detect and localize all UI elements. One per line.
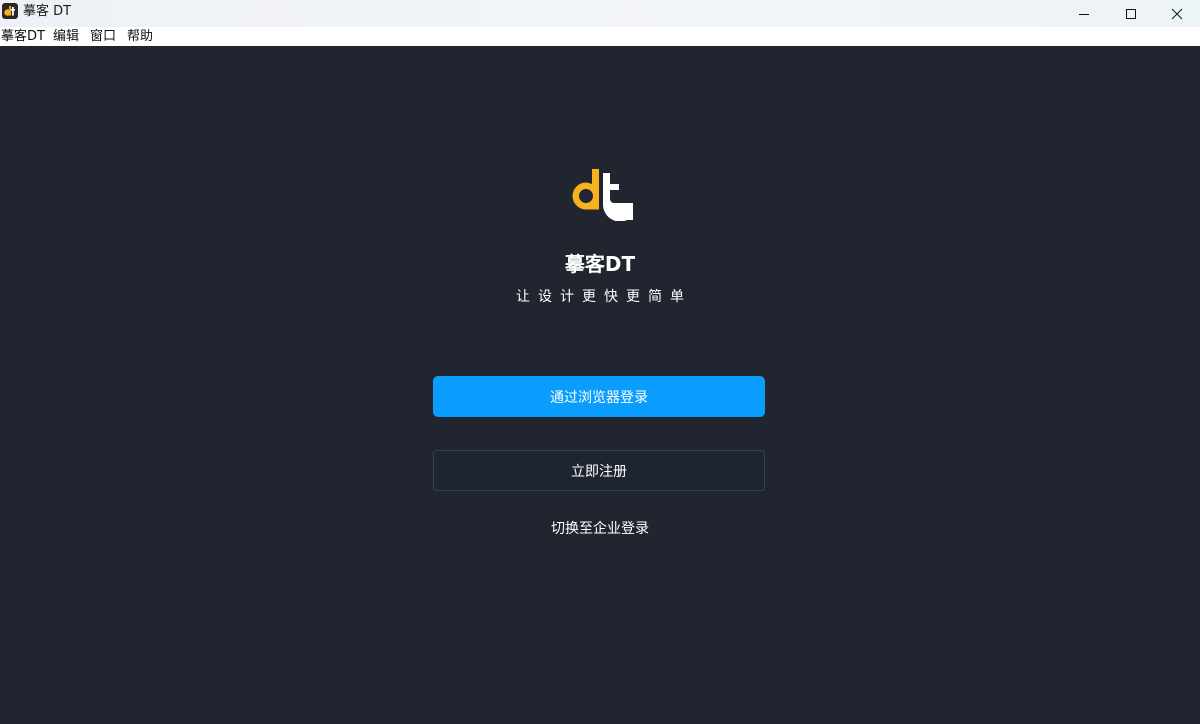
menu-app[interactable]: 摹客DT [1,29,45,45]
app-logo-icon [2,3,18,19]
register-button[interactable]: 立即注册 [433,450,765,491]
menu-help[interactable]: 帮助 [127,29,153,45]
minimize-icon [1079,13,1089,15]
menu-window[interactable]: 窗口 [90,29,116,45]
brand-name: 摹客DT [564,252,636,276]
close-button[interactable] [1154,0,1200,27]
minimize-button[interactable] [1061,0,1107,27]
browser-login-label: 通过浏览器登录 [550,389,648,406]
menu-edit[interactable]: 编辑 [53,29,79,45]
maximize-button[interactable] [1108,0,1154,27]
menu-bar: 摹客DT 编辑 窗口 帮助 [0,27,1200,46]
maximize-icon [1126,8,1136,19]
brand-logo [565,169,634,222]
close-icon [1171,8,1183,19]
title-bar: 摹客 DT [0,0,1200,27]
browser-login-button[interactable]: 通过浏览器登录 [433,376,765,417]
window-title: 摹客 DT [23,4,72,19]
slogan: 让设计更快更简单 [516,289,692,305]
switch-enterprise-login-link[interactable]: 切换至企业登录 [551,521,649,537]
register-label: 立即注册 [571,463,627,480]
switch-link-row: 切换至企业登录 [0,520,1200,538]
